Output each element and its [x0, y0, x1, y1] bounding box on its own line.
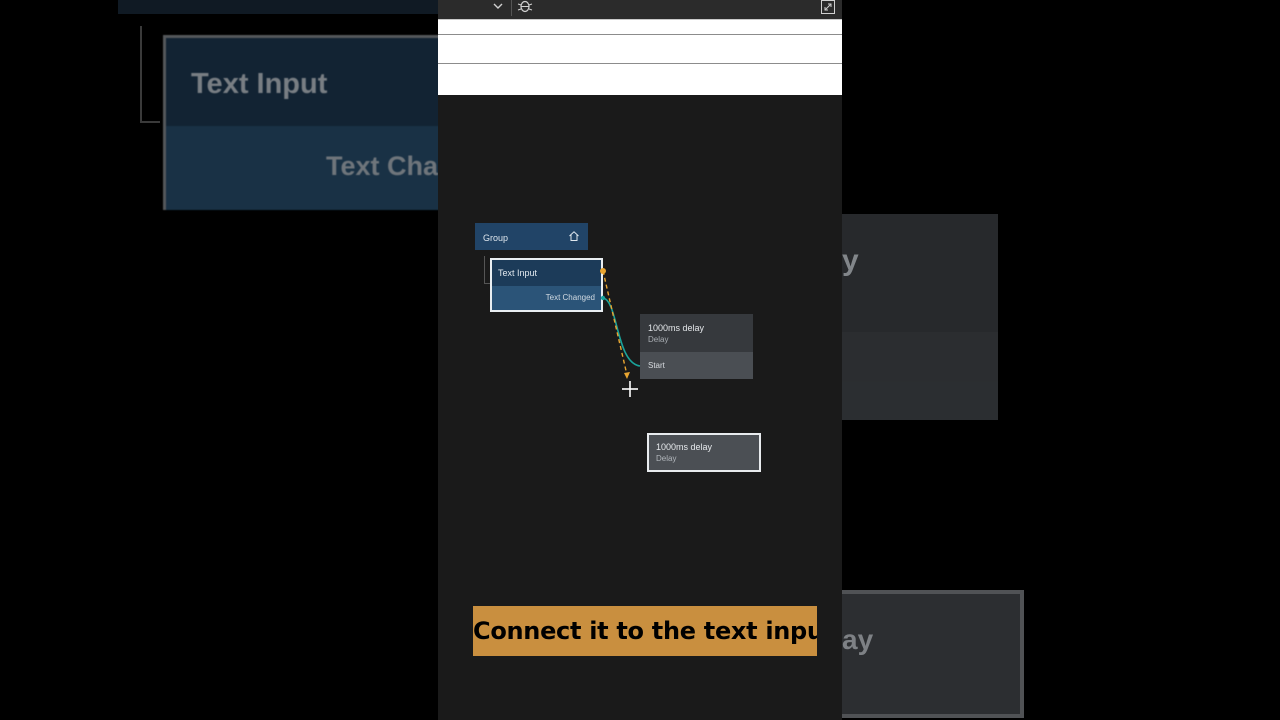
- chevron-down-icon[interactable]: [491, 0, 505, 14]
- bg-toolbar: [118, 0, 448, 14]
- property-row-divider: [438, 63, 842, 64]
- bg-group-bracket-foot: [140, 121, 160, 123]
- video-caption: Connect it to the text input: [473, 606, 817, 656]
- crosshair-cursor-icon: [622, 381, 638, 397]
- bg-delay-fragment: y: [842, 214, 998, 332]
- bg-delay-node-dragged: ay: [842, 590, 1024, 718]
- property-panel: [438, 20, 842, 95]
- wire-arrow: [624, 372, 630, 379]
- bg-text-input-title: Text Input: [166, 38, 460, 126]
- data-port-dot: [600, 295, 606, 301]
- data-connection-wire: [602, 297, 641, 367]
- signal-port-dot: [600, 268, 606, 274]
- bg-group-bracket: [140, 26, 142, 122]
- bug-icon[interactable]: [517, 0, 533, 14]
- expand-icon[interactable]: [820, 0, 836, 14]
- toolbar-separator: [511, 0, 512, 16]
- editor-toolbar: [438, 0, 842, 20]
- property-row-divider: [438, 34, 842, 35]
- bg-delay-node: y: [842, 214, 998, 420]
- pending-signal-wire: [602, 270, 628, 376]
- bg-text-changed-label: Text Char: [166, 126, 460, 210]
- bg-text-input-node: Text Input Text Char: [163, 35, 463, 210]
